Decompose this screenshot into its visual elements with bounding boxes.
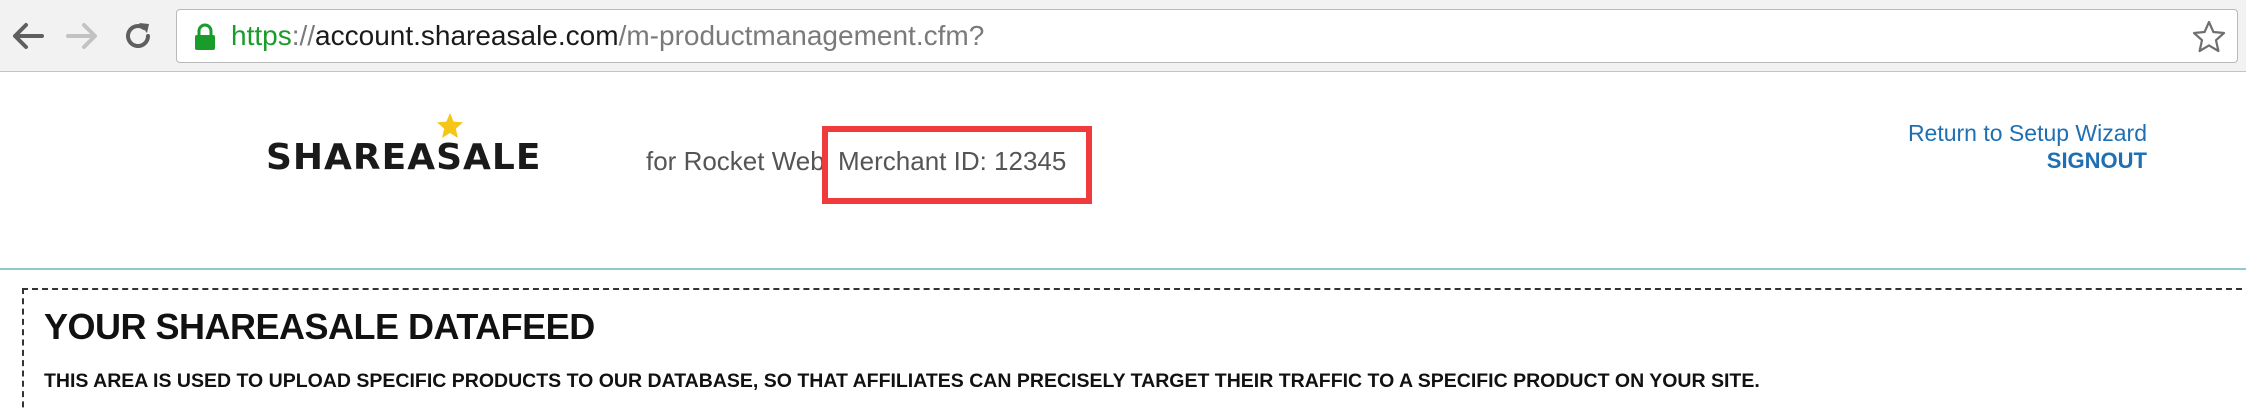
shareasale-logo[interactable]: SHAREASALE bbox=[266, 112, 592, 178]
logo-wordmark: SHAREASALE bbox=[266, 137, 542, 178]
back-arrow-icon bbox=[13, 23, 44, 49]
url-host: account.shareasale.com bbox=[315, 20, 619, 51]
header-divider bbox=[0, 268, 2246, 270]
merchant-name: for Rocket Web bbox=[646, 146, 825, 176]
reload-button[interactable] bbox=[116, 14, 160, 58]
return-to-setup-wizard-link[interactable]: Return to Setup Wizard bbox=[1908, 120, 2147, 147]
url-scheme: https bbox=[231, 20, 292, 51]
forward-button[interactable] bbox=[60, 14, 104, 58]
reload-icon bbox=[126, 23, 150, 48]
back-button[interactable] bbox=[6, 14, 50, 58]
page-title: YOUR SHAREASALE DATAFEED bbox=[44, 306, 595, 347]
url-path: /m-productmanagement.cfm? bbox=[618, 20, 985, 51]
url-separator: :// bbox=[291, 20, 316, 51]
address-bar[interactable]: https://account.shareasale.com/m-product… bbox=[176, 9, 2238, 63]
logo-star-icon bbox=[437, 113, 463, 138]
lock-icon bbox=[195, 23, 215, 50]
browser-toolbar: https://account.shareasale.com/m-product… bbox=[0, 0, 2246, 72]
url-text[interactable]: https://account.shareasale.com/m-product… bbox=[231, 10, 984, 62]
forward-arrow-icon bbox=[66, 23, 97, 49]
signout-link[interactable]: SIGNOUT bbox=[2047, 148, 2147, 174]
page-description: THIS AREA IS USED TO UPLOAD SPECIFIC PRO… bbox=[44, 370, 1760, 392]
bookmark-star-icon[interactable] bbox=[2191, 19, 2227, 55]
merchant-id: Merchant ID: 12345 bbox=[838, 146, 1067, 176]
